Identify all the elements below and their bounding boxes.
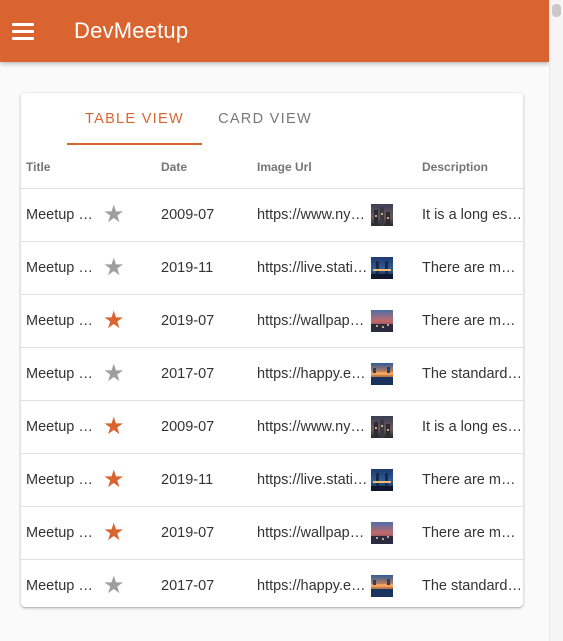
thumbnail-image bbox=[371, 522, 393, 544]
cell-favorite: ★ bbox=[95, 560, 156, 608]
table-row[interactable]: Meetup in New York ★ 2009-07https://www.ny… bbox=[21, 188, 523, 242]
cell-title: Meetup in Paris bbox=[21, 506, 95, 560]
cell-favorite: ★ bbox=[95, 241, 156, 295]
cell-favorite: ★ bbox=[95, 347, 156, 401]
cell-title: Meetup in Paris bbox=[21, 294, 95, 348]
thumbnail-image bbox=[371, 257, 393, 279]
cell-image-url: https://wallpaper.example/paris-sunset.j… bbox=[252, 506, 370, 560]
table-row[interactable]: Meetup in London ★ 2019-11https://live.sta… bbox=[21, 241, 523, 295]
table-row[interactable]: Meetup in Tokyo ★ 2017-07 https://happy.exa… bbox=[21, 560, 523, 608]
cell-title: Meetup in New York bbox=[21, 400, 95, 454]
thumbnail-image bbox=[371, 416, 393, 438]
cell-image-url: https://live.staticflickr.example/tower-… bbox=[252, 453, 370, 507]
cell-title: Meetup in Tokyo bbox=[26, 578, 95, 594]
table-header-row: Title Date Image Url Description bbox=[21, 145, 523, 189]
cell-date: 2017-07 bbox=[161, 578, 215, 594]
cell-image bbox=[370, 241, 417, 295]
cell-description: There are many variations of passages av… bbox=[417, 241, 523, 295]
thumbnail-image bbox=[371, 310, 393, 332]
thumbnail-image bbox=[371, 204, 393, 226]
cell-title: Meetup in London bbox=[21, 453, 95, 507]
cell-description: The standard chunk of Lorem Ipsum used s… bbox=[422, 578, 523, 594]
cell-image-url: https://www.nyc.example/images/skyline.j… bbox=[252, 400, 370, 454]
cell-date: 2019-11 bbox=[156, 453, 252, 507]
table-row[interactable]: Meetup in Paris ★ 2019-07https://wallpaper… bbox=[21, 294, 523, 348]
table-row[interactable]: Meetup in Paris ★ 2019-07https://wallpaper… bbox=[21, 506, 523, 560]
tab-table-view[interactable]: TABLE VIEW bbox=[67, 93, 202, 145]
cell-description: There are many variations of passages av… bbox=[417, 453, 523, 507]
table-row[interactable]: Meetup in New York ★ 2009-07https://www.ny… bbox=[21, 400, 523, 454]
cell-image bbox=[370, 188, 417, 242]
table-row[interactable]: Meetup in London ★ 2019-11https://live.sta… bbox=[21, 453, 523, 507]
cell-image bbox=[370, 560, 417, 608]
cell-favorite: ★ bbox=[95, 188, 156, 242]
cell-image bbox=[370, 506, 417, 560]
cell-description: It is a long established fact that a rea… bbox=[417, 400, 523, 454]
star-icon[interactable]: ★ bbox=[103, 362, 125, 386]
star-icon[interactable]: ★ bbox=[103, 574, 125, 598]
star-icon[interactable]: ★ bbox=[103, 256, 125, 280]
cell-description: It is a long established fact that a rea… bbox=[417, 188, 523, 242]
column-header-favorite bbox=[95, 145, 156, 189]
column-header-image bbox=[370, 145, 417, 189]
meetups-card: TABLE VIEW CARD VIEW Title Date Image Ur… bbox=[21, 93, 523, 607]
star-icon[interactable]: ★ bbox=[103, 203, 125, 227]
cell-favorite: ★ bbox=[95, 400, 156, 454]
cell-image-url: https://www.nyc.example/images/skyline.j… bbox=[252, 188, 370, 242]
menu-icon[interactable] bbox=[12, 17, 40, 45]
thumbnail-image bbox=[371, 469, 393, 491]
app-toolbar: DevMeetup bbox=[0, 0, 549, 62]
cell-date: 2009-07 bbox=[156, 400, 252, 454]
table-row[interactable]: Meetup in Tokyo ★ 2017-07https://happy.exa… bbox=[21, 347, 523, 401]
active-tab-indicator bbox=[67, 143, 202, 145]
cell-image-url: https://happy.example/tokyo-river.jpg bbox=[257, 578, 370, 594]
column-header-image-url[interactable]: Image Url bbox=[252, 145, 370, 189]
tab-card-view[interactable]: CARD VIEW bbox=[202, 93, 328, 145]
meetups-table: Title Date Image Url Description Meetup … bbox=[21, 145, 523, 607]
thumbnail-image bbox=[371, 363, 393, 385]
app-title[interactable]: DevMeetup bbox=[74, 18, 188, 44]
cell-date: 2017-07 bbox=[156, 347, 252, 401]
app-window: DevMeetup TABLE VIEW CARD VIEW Title Dat… bbox=[0, 0, 563, 641]
cell-description: There are many variations of passages av… bbox=[417, 506, 523, 560]
vertical-scrollbar[interactable] bbox=[549, 0, 563, 641]
thumbnail-image bbox=[371, 575, 393, 597]
cell-favorite: ★ bbox=[95, 453, 156, 507]
cell-image bbox=[370, 400, 417, 454]
cell-title: Meetup in Tokyo bbox=[21, 347, 95, 401]
cell-image-url: https://happy.example/tokyo-river.jpg bbox=[252, 347, 370, 401]
table-body: Meetup in New York★2009-07https://www.ny… bbox=[21, 188, 523, 608]
column-header-date[interactable]: Date bbox=[156, 145, 252, 189]
cell-title: Meetup in London bbox=[21, 241, 95, 295]
star-filled-icon[interactable]: ★ bbox=[103, 415, 125, 439]
star-filled-icon[interactable]: ★ bbox=[103, 468, 125, 492]
column-header-description[interactable]: Description bbox=[417, 145, 523, 189]
cell-image bbox=[370, 453, 417, 507]
column-header-title[interactable]: Title bbox=[21, 145, 95, 189]
star-filled-icon[interactable]: ★ bbox=[103, 521, 125, 545]
cell-date: 2019-07 bbox=[156, 294, 252, 348]
cell-image-url: https://wallpaper.example/paris-sunset.j… bbox=[252, 294, 370, 348]
cell-favorite: ★ bbox=[95, 506, 156, 560]
cell-image-url: https://live.staticflickr.example/tower-… bbox=[252, 241, 370, 295]
view-tabs: TABLE VIEW CARD VIEW bbox=[21, 93, 523, 145]
cell-date: 2019-07 bbox=[156, 506, 252, 560]
cell-favorite: ★ bbox=[95, 294, 156, 348]
cell-description: There are many variations of passages av… bbox=[417, 294, 523, 348]
scrollbar-thumb[interactable] bbox=[552, 4, 561, 17]
cell-date: 2019-11 bbox=[156, 241, 252, 295]
cell-date: 2009-07 bbox=[156, 188, 252, 242]
cell-description: The standard chunk of Lorem Ipsum used s… bbox=[417, 347, 523, 401]
star-filled-icon[interactable]: ★ bbox=[103, 309, 125, 333]
cell-image bbox=[370, 294, 417, 348]
cell-title: Meetup in New York bbox=[21, 188, 95, 242]
cell-image bbox=[370, 347, 417, 401]
